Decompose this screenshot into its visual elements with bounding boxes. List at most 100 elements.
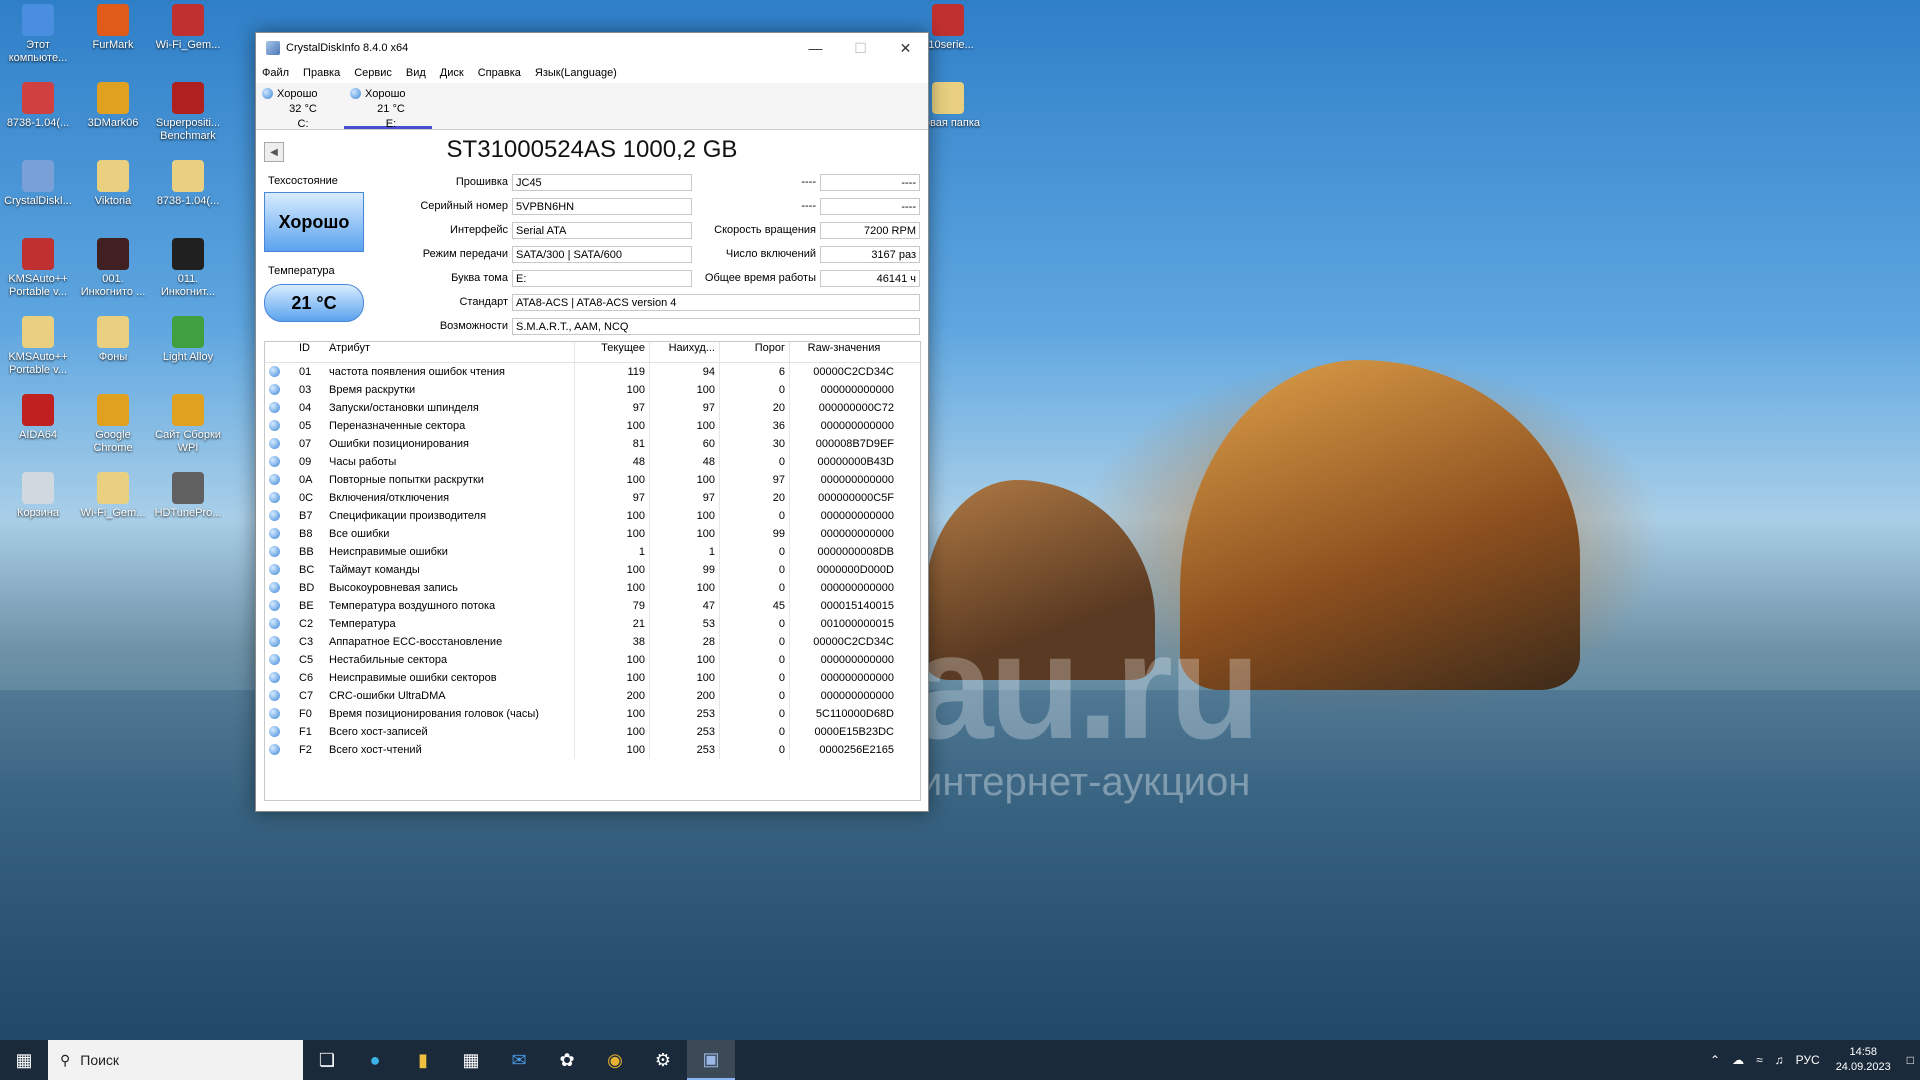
clock[interactable]: 14:58 24.09.2023 <box>1836 1045 1891 1075</box>
col-attribute[interactable]: Атрибут <box>325 342 575 362</box>
volume-icon[interactable]: ♫ <box>1775 1053 1784 1067</box>
desktop-icon[interactable]: KMSAuto++ Portable v... <box>2 238 74 299</box>
desktop-icon[interactable]: FurMark <box>77 4 149 52</box>
mail-icon[interactable]: ✉ <box>495 1040 543 1080</box>
attr-raw: 000000000000 <box>820 510 894 522</box>
notifications-icon[interactable]: □ <box>1907 1053 1914 1067</box>
attr-id: BD <box>299 582 315 594</box>
attr-raw: 000000000000 <box>820 384 894 396</box>
desktop-icon[interactable]: CrystalDiskI... <box>2 160 74 208</box>
col-id[interactable]: ID <box>295 342 325 362</box>
table-row[interactable]: 0A Повторные попытки раскрутки 100 100 97 000… <box>265 471 920 489</box>
table-row[interactable]: 07 Ошибки позиционирования 81 60 30 000008B7D… <box>265 435 920 453</box>
col-threshold[interactable]: Порог <box>720 342 790 362</box>
menu-item[interactable]: Правка <box>303 67 340 79</box>
table-row[interactable]: 01 частота появления ошибок чтения 119 94 6 0… <box>265 363 920 381</box>
desktop-icon[interactable]: 011. Инкогнит... <box>152 238 224 299</box>
health-status[interactable]: Хорошо <box>264 192 364 252</box>
temperature-value[interactable]: 21 °C <box>264 284 364 322</box>
table-row[interactable]: BE Температура воздушного потока 79 47 45 000… <box>265 597 920 615</box>
desktop-icon[interactable]: Wi-Fi_Gem... <box>152 4 224 52</box>
desktop-icon[interactable]: 3DMark06 <box>77 82 149 130</box>
maximize-button[interactable]: ☐ <box>838 33 883 63</box>
table-row[interactable]: C2 Температура 21 53 0 001000000015 <box>265 615 920 633</box>
desktop-icon-label: Viktoria <box>94 195 132 207</box>
status-dot-icon <box>269 618 280 629</box>
close-button[interactable]: ✕ <box>883 33 928 63</box>
menu-item[interactable]: Диск <box>440 67 464 79</box>
table-row[interactable]: 0C Включения/отключения 97 97 20 000000000C5F <box>265 489 920 507</box>
col-worst[interactable]: Наихуд... <box>650 342 720 362</box>
col-raw[interactable]: Raw-значения <box>790 342 898 362</box>
wifi-icon[interactable]: ≈ <box>1756 1053 1763 1067</box>
reserved2-value: ---- <box>820 198 920 215</box>
table-row[interactable]: F0 Время позиционирования головок (часы) 1… <box>265 705 920 723</box>
desktop-icon[interactable]: Light Alloy <box>152 316 224 364</box>
desktop-icon[interactable]: Viktoria <box>77 160 149 208</box>
minimize-button[interactable]: — <box>793 33 838 63</box>
table-row[interactable]: F1 Всего хост-записей 100 253 0 0000E15B23DC <box>265 723 920 741</box>
store-icon[interactable]: ▦ <box>447 1040 495 1080</box>
desktop-icon[interactable]: Этот компьюте... <box>2 4 74 65</box>
desktop-icon[interactable]: 8738-1.04(... <box>2 82 74 130</box>
desktop-icon[interactable]: KMSAuto++ Portable v... <box>2 316 74 377</box>
start-button[interactable]: ▦ <box>0 1040 48 1080</box>
firmware-label: Прошивка <box>455 176 508 188</box>
menu-item[interactable]: Вид <box>406 67 426 79</box>
attr-id: C6 <box>299 672 314 684</box>
smart-table[interactable]: ID Атрибут Текущее Наихуд... Порог Raw-з… <box>264 341 921 801</box>
network-icon[interactable]: ☁ <box>1732 1053 1744 1067</box>
status-dot-icon <box>269 546 280 557</box>
table-row[interactable]: B7 Спецификации производителя 100 100 0 00000… <box>265 507 920 525</box>
language-indicator[interactable]: РУС <box>1796 1053 1820 1067</box>
table-row[interactable]: C5 Нестабильные сектора 100 100 0 00000000000… <box>265 651 920 669</box>
menu-item[interactable]: Файл <box>262 67 289 79</box>
title-bar[interactable]: CrystalDiskInfo 8.4.0 x64 — ☐ ✕ <box>256 33 928 63</box>
menu-item[interactable]: Справка <box>478 67 521 79</box>
status-dot-icon <box>269 582 280 593</box>
chrome-icon[interactable]: ◉ <box>591 1040 639 1080</box>
table-row[interactable]: B8 Все ошибки 100 100 99 000000000000 <box>265 525 920 543</box>
desktop-icon[interactable]: 001. Инкогнито ... <box>77 238 149 299</box>
desktop-icon[interactable]: Сайт Сборки WPI <box>152 394 224 455</box>
crystaldiskinfo-window[interactable]: CrystalDiskInfo 8.4.0 x64 — ☐ ✕ Файл Прав… <box>255 32 929 812</box>
crystaldiskinfo-taskbar-icon[interactable]: ▣ <box>687 1040 735 1080</box>
desktop-icon[interactable]: HDTunePro... <box>152 472 224 520</box>
table-row[interactable]: 05 Переназначенные сектора 100 100 36 0000000… <box>265 417 920 435</box>
file-explorer-icon[interactable]: ▮ <box>399 1040 447 1080</box>
attr-threshold: 0 <box>720 651 790 669</box>
edge-icon[interactable]: ● <box>351 1040 399 1080</box>
app-icon-bird[interactable]: ✿ <box>543 1040 591 1080</box>
table-row[interactable]: BB Неисправимые ошибки 1 1 0 0000000008DB <box>265 543 920 561</box>
table-row[interactable]: BD Высокоуровневая запись 100 100 0 000000000… <box>265 579 920 597</box>
desktop-icon[interactable]: Superpositi... Benchmark <box>152 82 224 143</box>
desktop-icon[interactable]: Корзина <box>2 472 74 520</box>
table-row[interactable]: C7 CRC-ошибки UltraDMA 200 200 0 000000000000 <box>265 687 920 705</box>
desktop-icon[interactable]: AIDA64 <box>2 394 74 442</box>
drive-temp: 32 °C <box>289 103 317 115</box>
settings-icon[interactable]: ⚙ <box>639 1040 687 1080</box>
desktop-icon-image <box>172 82 204 114</box>
desktop-icon[interactable]: Фоны <box>77 316 149 364</box>
table-row[interactable]: F2 Всего хост-чтений 100 253 0 0000256E2165 <box>265 741 920 759</box>
desktop-icon[interactable]: Google Chrome <box>77 394 149 455</box>
desktop-icon[interactable]: 8738-1.04(... <box>152 160 224 208</box>
system-tray: ⌃ ☁ ≈ ♫ РУС 14:58 24.09.2023 □ <box>1704 1040 1920 1080</box>
clock-date: 24.09.2023 <box>1835 1061 1891 1073</box>
search-box[interactable]: ⚲ Поиск <box>48 1040 303 1080</box>
drive-tab[interactable]: Хорошо 32 °C C: <box>256 83 344 130</box>
desktop-icon[interactable]: Wi-Fi_Gem... <box>77 472 149 520</box>
menu-item[interactable]: Сервис <box>354 67 392 79</box>
table-row[interactable]: C3 Аппаратное ECC-восстановление 38 28 0 0000… <box>265 633 920 651</box>
attr-current: 100 <box>575 471 650 489</box>
task-view-icon[interactable]: ❏ <box>303 1040 351 1080</box>
table-row[interactable]: BC Таймаут команды 100 99 0 0000000D000D <box>265 561 920 579</box>
menu-item[interactable]: Язык(Language) <box>535 67 617 79</box>
table-row[interactable]: C6 Неисправимые ошибки секторов 100 100 0 000… <box>265 669 920 687</box>
col-current[interactable]: Текущее <box>575 342 650 362</box>
table-row[interactable]: 03 Время раскрутки 100 100 0 000000000000 <box>265 381 920 399</box>
table-row[interactable]: 04 Запуски/остановки шпинделя 97 97 20 000000… <box>265 399 920 417</box>
drive-tab[interactable]: Хорошо 21 °C E: <box>344 83 432 130</box>
table-row[interactable]: 09 Часы работы 48 48 0 00000000B43D <box>265 453 920 471</box>
chevron-up-icon[interactable]: ⌃ <box>1710 1053 1720 1067</box>
